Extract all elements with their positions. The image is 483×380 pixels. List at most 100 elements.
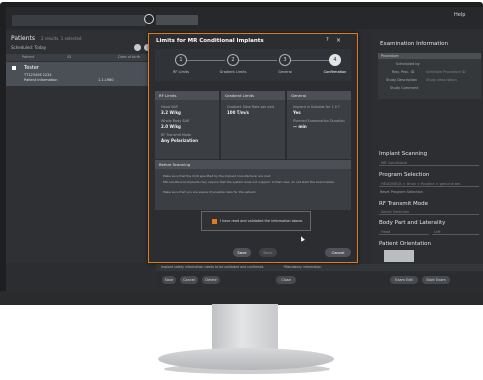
close-icon[interactable]: × [336, 37, 341, 44]
field-value[interactable]: Schedule Procedure ID [426, 70, 466, 74]
field-label: Study Comment [390, 86, 419, 90]
label: Implant is Suitable for 1.5 T [293, 105, 341, 109]
step-1[interactable]: 1 [175, 54, 187, 66]
field-label: Study Description [386, 78, 418, 82]
step-label: RF Limits [172, 70, 190, 74]
monitor-stand-base [158, 348, 334, 370]
start-exam-button[interactable]: Start Exam [422, 276, 450, 284]
value: — min [293, 124, 307, 129]
value: 2.0 W/kg [161, 124, 181, 129]
gradient-limits-card: Gradient Limits Gradient Slew Rate per a… [221, 91, 285, 159]
label: Head SAR [161, 105, 178, 109]
step-2[interactable]: 2 [227, 54, 239, 66]
value: 100 T/m/s [227, 110, 249, 115]
patients-panel: Patients 2 results, 1 selected Scheduled… [6, 31, 154, 263]
patient-name: Tester [24, 65, 39, 71]
patient-dob: 1.1.1980 [98, 78, 114, 82]
help-icon[interactable]: ? [326, 37, 329, 43]
step-3[interactable]: 3 [279, 54, 291, 66]
dialog-save-button[interactable]: Save [233, 248, 251, 257]
implant-scanning-title: Implant Scanning [379, 151, 428, 157]
bottom-toolbar: Save Cancel Delete Close Exam Edit Start… [156, 273, 483, 287]
label: Gradient Slew Rate per axis [227, 105, 275, 109]
before-scanning-card: Before Scanning Make sure that the limit… [155, 160, 351, 210]
field-label: Req. Proc. ID [392, 70, 415, 74]
step-label: Confirmation [323, 70, 347, 74]
warning-bar: Implant safety information needs to be v… [156, 264, 483, 271]
table-row[interactable]: Tester TT123456 1234 Patient information… [6, 62, 154, 86]
save-button[interactable]: Save [162, 276, 176, 284]
confirm-box: I have read and validated the informatio… [201, 211, 311, 231]
procedure-box: Scheduled by Req. Proc. ID Schedule Proc… [378, 59, 481, 99]
col-dob[interactable]: Date of birth [118, 55, 140, 59]
card-header: RF Limits [155, 91, 219, 100]
mouse-cursor-icon [299, 235, 305, 242]
bullet-item: Make sure that the limit specified by th… [163, 174, 272, 178]
filter-icon[interactable] [134, 44, 141, 51]
rf-limits-card: RF Limits Head SAR 3.2 W/kg Whole Body S… [155, 91, 219, 159]
program-selection-title: Program Selection [379, 172, 430, 178]
confirm-label[interactable]: I have read and validated the informatio… [220, 219, 303, 223]
top-bar: Help [6, 7, 483, 29]
card-header: General [287, 91, 351, 100]
top-tab[interactable] [156, 15, 198, 25]
limits-summary: RF Limits Head SAR 3.2 W/kg Whole Body S… [155, 91, 351, 159]
monitor-stand-neck [212, 304, 278, 350]
bullet-item: Make sure that you are aware of possible… [163, 190, 257, 194]
step-label: General [278, 70, 292, 74]
bullet-item: MR Conditional implants may require that… [163, 180, 336, 184]
warning-text: Implant safety information needs to be v… [161, 265, 265, 269]
dialog-title: Limits for MR Conditional Implants [156, 38, 264, 44]
laterality-select[interactable]: Left [432, 229, 479, 235]
search-icon[interactable] [144, 14, 154, 24]
field-value[interactable]: Study description [426, 78, 457, 82]
card-header: Before Scanning [155, 160, 351, 169]
patients-table-header: Patient ID Date of birth [6, 54, 154, 61]
dialog-cancel-button[interactable]: Cancel [325, 248, 351, 257]
col-patient[interactable]: Patient [22, 55, 34, 59]
selected-checkbox[interactable] [12, 66, 16, 70]
stage: Help Patients 2 results, 1 selected Sche… [0, 0, 483, 380]
program-selection-field[interactable]: HEAD/NECK > Brain > Routine > genuine be… [379, 181, 479, 187]
orientation-thumbnail[interactable] [384, 250, 414, 262]
body-part-select[interactable]: Head [379, 229, 429, 235]
help-icon[interactable]: Help [454, 12, 465, 18]
mandatory-text: *Mandatory information [283, 265, 322, 269]
step-4[interactable]: 4 [329, 54, 341, 66]
search-input[interactable] [12, 15, 146, 26]
patient-id: TT123456 1234 [24, 73, 52, 77]
value: Any Polarization [161, 138, 198, 143]
examination-panel: Examination Information Procedure Schedu… [374, 31, 483, 275]
implant-limits-dialog: Limits for MR Conditional Implants ? × 1… [148, 33, 358, 263]
step-connector [291, 60, 329, 61]
reset-program-option[interactable]: Reset Program Selection [380, 190, 423, 194]
dialog-back-button[interactable]: Back [259, 248, 277, 257]
label: Whole Body SAR [161, 119, 190, 123]
screen: Help Patients 2 results, 1 selected Sche… [6, 7, 483, 292]
patients-subtitle: 2 results, 1 selected [41, 36, 82, 41]
wizard-steps: 1 2 3 4 RF Limits Gradient Limits Genera… [155, 49, 351, 81]
monitor-chin [0, 291, 483, 305]
rf-transmit-title: RF Transmit Mode [379, 201, 429, 207]
card-header: Gradient Limits [221, 91, 285, 100]
cancel-button[interactable]: Cancel [180, 276, 198, 284]
body-part-title: Body Part and Laterality [379, 220, 446, 226]
patients-title: Patients [11, 35, 36, 42]
step-label: Gradient Limits [219, 70, 247, 74]
label: RF Transmit Mode [161, 133, 192, 137]
exam-info-title: Examination Information [380, 41, 448, 47]
step-connector [239, 60, 277, 61]
col-id[interactable]: ID [67, 55, 71, 59]
field-label: Scheduled by [396, 62, 420, 66]
confirm-checkbox[interactable] [212, 219, 217, 224]
implant-scanning-select[interactable]: MR Conditional [379, 160, 479, 166]
rf-transmit-select[interactable]: Select Selection [379, 209, 479, 215]
patient-orientation-title: Patient Orientation [379, 241, 431, 247]
exam-edit-button[interactable]: Exam Edit [390, 276, 418, 284]
schedule-label: Scheduled: Today [11, 45, 47, 50]
delete-button[interactable]: Delete [202, 276, 220, 284]
value: 3.2 W/kg [161, 110, 181, 115]
close-button[interactable]: Close [276, 276, 296, 284]
label: Planned Examination Duration [293, 119, 345, 123]
patient-info: Patient information [24, 78, 58, 82]
